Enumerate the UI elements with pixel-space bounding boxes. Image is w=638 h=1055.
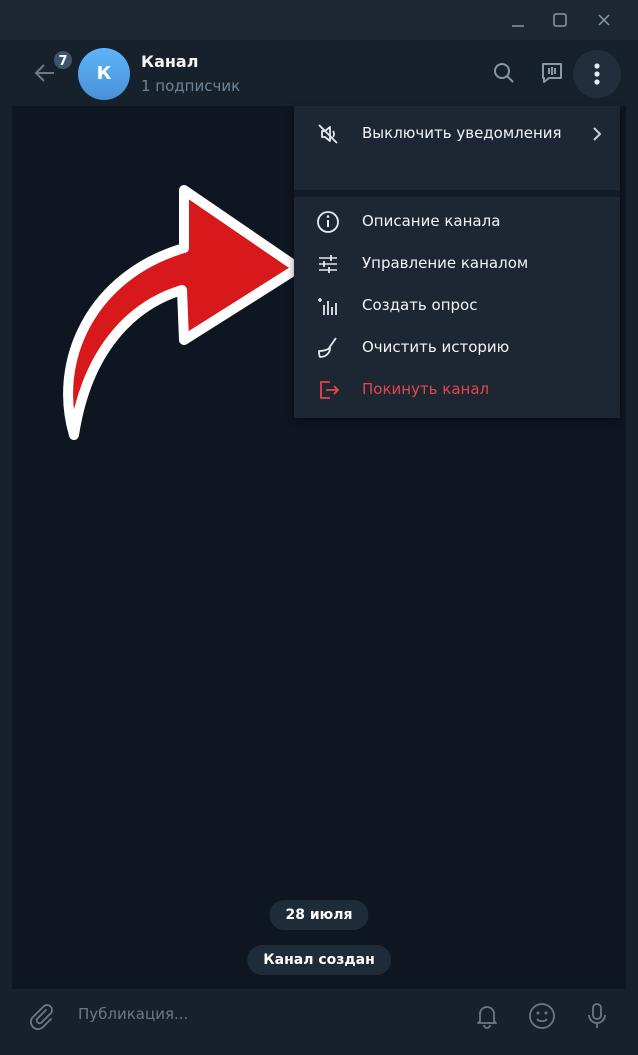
menu-item-label: Выключить уведомления xyxy=(362,124,562,142)
menu-item-leave-channel[interactable]: Покинуть канал xyxy=(294,369,620,411)
emoji-icon[interactable] xyxy=(527,1001,557,1031)
leave-icon xyxy=(314,376,342,404)
chat-title[interactable]: Канал xyxy=(141,52,198,71)
menu-item-label: Управление каналом xyxy=(362,254,529,272)
chat-subtitle: 1 подписчик xyxy=(141,77,241,95)
minimize-icon[interactable] xyxy=(506,8,530,32)
menu-item-manage-channel[interactable]: Управление каналом xyxy=(294,243,620,285)
broom-icon xyxy=(314,334,342,362)
avatar[interactable]: К xyxy=(78,48,130,100)
menu-item-mute[interactable]: Выключить уведомления xyxy=(294,113,620,155)
annotation-arrow xyxy=(63,185,303,440)
poll-icon xyxy=(314,292,342,320)
microphone-icon[interactable] xyxy=(582,1001,612,1031)
more-vertical-icon[interactable] xyxy=(573,50,621,98)
menu-item-clear-history[interactable]: Очистить историю xyxy=(294,327,620,369)
date-badge: 28 июля xyxy=(269,900,369,930)
menu-item-label: Описание канала xyxy=(362,212,501,230)
chevron-right-icon xyxy=(588,124,606,144)
search-icon[interactable] xyxy=(490,59,518,87)
chat-window: 7 К Канал 1 подписчик Выключить уведомле… xyxy=(12,40,626,1043)
mute-icon xyxy=(314,120,342,148)
menu-item-label: Покинуть канал xyxy=(362,380,490,398)
menu-item-channel-info[interactable]: Описание канала xyxy=(294,201,620,243)
chat-header: 7 К Канал 1 подписчик xyxy=(12,40,626,106)
channel-menu: Выключить уведомления Описание канала Уп… xyxy=(294,106,620,418)
window-titlebar xyxy=(0,0,638,40)
message-input[interactable]: Публикация... xyxy=(78,1005,188,1023)
close-icon[interactable] xyxy=(592,8,616,32)
menu-item-create-poll[interactable]: Создать опрос xyxy=(294,285,620,327)
info-icon xyxy=(314,208,342,236)
maximize-icon[interactable] xyxy=(548,8,572,32)
unread-badge: 7 xyxy=(52,49,74,71)
bell-icon[interactable] xyxy=(472,1001,502,1031)
live-stream-icon[interactable] xyxy=(538,59,566,87)
menu-item-label: Создать опрос xyxy=(362,296,478,314)
service-message: Канал создан xyxy=(247,945,391,975)
message-composer: Публикация... xyxy=(12,989,626,1043)
sliders-icon xyxy=(314,250,342,278)
menu-divider xyxy=(294,190,620,197)
attach-icon[interactable] xyxy=(26,1001,56,1031)
menu-item-label: Очистить историю xyxy=(362,338,510,356)
